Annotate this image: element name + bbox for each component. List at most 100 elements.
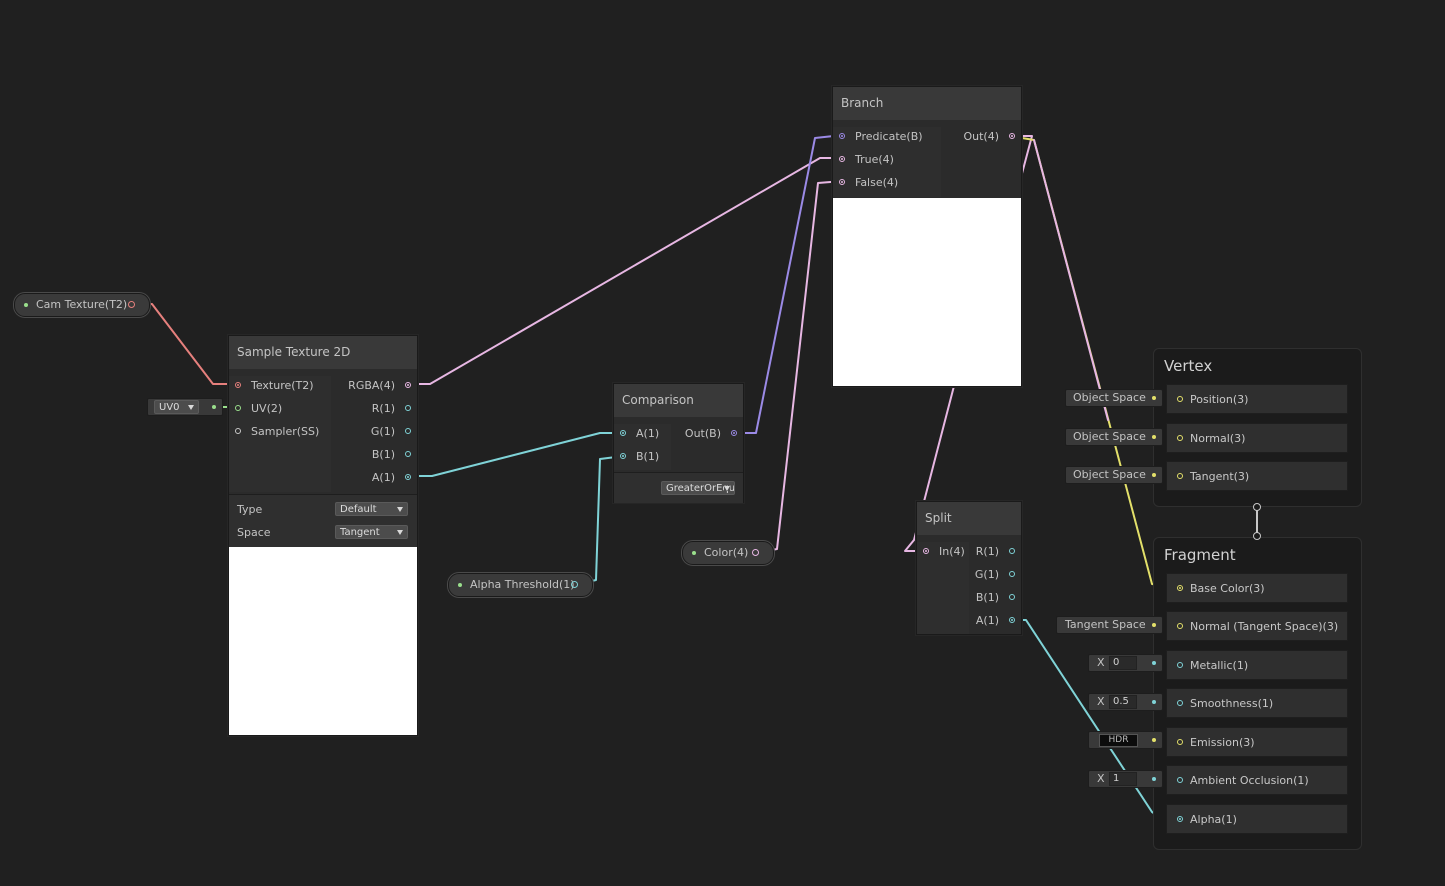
smoothness-value-control[interactable]: X 0.5 — [1088, 693, 1163, 711]
output-r[interactable]: R(1) — [976, 542, 1021, 562]
out-output-port[interactable] — [1009, 133, 1015, 139]
input-a[interactable]: A(1) — [614, 424, 659, 444]
fragment-block-alpha[interactable]: Alpha(1) — [1166, 804, 1348, 834]
node-title[interactable]: Branch — [833, 87, 1021, 120]
uv-channel-dropdown[interactable]: UV0 — [154, 400, 199, 414]
sample-texture-2d-node[interactable]: Sample Texture 2D Texture(T2) UV(2) Samp… — [228, 335, 418, 736]
comparison-node[interactable]: Comparison A(1) B(1) Out(B) GreaterOrEqu… — [613, 383, 744, 503]
base-color-input-port[interactable] — [1177, 585, 1183, 591]
normal-input-port[interactable] — [1177, 435, 1183, 441]
fragment-block-ambient-occlusion[interactable]: Ambient Occlusion(1) — [1166, 765, 1348, 795]
r-output-port[interactable] — [405, 405, 411, 411]
input-texture[interactable]: Texture(T2) — [229, 376, 314, 396]
alpha-threshold-property[interactable]: Alpha Threshold(1) — [448, 573, 593, 597]
input-false[interactable]: False(4) — [833, 173, 898, 193]
input-true[interactable]: True(4) — [833, 150, 894, 170]
input-b[interactable]: B(1) — [614, 447, 659, 467]
g-output-port[interactable] — [1009, 571, 1015, 577]
block-label: Metallic(1) — [1190, 659, 1249, 672]
port-label: RGBA(4) — [348, 379, 395, 392]
node-title[interactable]: Sample Texture 2D — [229, 336, 417, 369]
output-b[interactable]: B(1) — [976, 588, 1021, 608]
color-property[interactable]: Color(4) — [682, 541, 774, 565]
smoothness-value-input[interactable]: 0.5 — [1109, 695, 1137, 709]
fragment-block-emission[interactable]: Emission(3) — [1166, 727, 1348, 757]
b-input-port[interactable] — [620, 453, 626, 459]
control-port — [1152, 435, 1156, 439]
output-a[interactable]: A(1) — [976, 611, 1021, 631]
in-input-port[interactable] — [923, 548, 929, 554]
position-input-port[interactable] — [1177, 396, 1183, 402]
ao-value-input[interactable]: 1 — [1109, 772, 1137, 786]
comparison-mode-dropdown[interactable]: GreaterOrEqual — [661, 481, 735, 495]
vertex-block-tangent[interactable]: Tangent(3) — [1166, 461, 1348, 491]
true-input-port[interactable] — [839, 156, 845, 162]
tangent-space-control[interactable]: Object Space — [1065, 466, 1163, 484]
split-node[interactable]: Split In(4) R(1) G(1) B(1) A(1) — [916, 501, 1022, 635]
input-predicate[interactable]: Predicate(B) — [833, 127, 923, 147]
block-label: Alpha(1) — [1190, 813, 1237, 826]
output-r[interactable]: R(1) — [372, 399, 417, 419]
input-sampler[interactable]: Sampler(SS) — [229, 422, 319, 442]
space-value: Tangent — [340, 527, 380, 538]
fragment-block-smoothness[interactable]: Smoothness(1) — [1166, 688, 1348, 718]
ao-input-port[interactable] — [1177, 777, 1183, 783]
a-output-port[interactable] — [405, 474, 411, 480]
emission-color-control[interactable]: HDR — [1088, 731, 1163, 749]
alpha-input-port[interactable] — [1177, 816, 1183, 822]
normal-ts-input-port[interactable] — [1177, 623, 1183, 629]
metallic-value-control[interactable]: X 0 — [1088, 654, 1163, 672]
metallic-input-port[interactable] — [1177, 662, 1183, 668]
vertex-block-position[interactable]: Position(3) — [1166, 384, 1348, 414]
position-space-control[interactable]: Object Space — [1065, 389, 1163, 407]
smoothness-input-port[interactable] — [1177, 700, 1183, 706]
vertex-context[interactable]: Vertex Position(3) Normal(3) Tangent(3) — [1153, 348, 1362, 507]
input-uv[interactable]: UV(2) — [229, 399, 282, 419]
tangent-input-port[interactable] — [1177, 473, 1183, 479]
port-label: B(1) — [371, 448, 395, 461]
vertex-block-normal[interactable]: Normal(3) — [1166, 423, 1348, 453]
node-title[interactable]: Split — [917, 502, 1021, 535]
output-rgba[interactable]: RGBA(4) — [348, 376, 417, 396]
ao-value-control[interactable]: X 1 — [1088, 770, 1163, 788]
fragment-block-metallic[interactable]: Metallic(1) — [1166, 650, 1348, 680]
type-dropdown[interactable]: Default — [335, 502, 408, 516]
emission-hdr-swatch[interactable]: HDR — [1099, 734, 1138, 747]
input-in[interactable]: In(4) — [917, 542, 965, 562]
g-output-port[interactable] — [405, 428, 411, 434]
output-g[interactable]: G(1) — [975, 565, 1021, 585]
cam-texture-output-port[interactable] — [128, 301, 135, 308]
color-output-port[interactable] — [752, 549, 759, 556]
normal-ts-space-control[interactable]: Tangent Space — [1056, 616, 1163, 634]
output-b[interactable]: B(1) — [372, 445, 417, 465]
fragment-block-base-color[interactable]: Base Color(3) — [1166, 573, 1348, 603]
node-title[interactable]: Comparison — [614, 384, 743, 417]
r-output-port[interactable] — [1009, 548, 1015, 554]
uv-input-port[interactable] — [235, 405, 241, 411]
predicate-input-port[interactable] — [839, 133, 845, 139]
emission-input-port[interactable] — [1177, 739, 1183, 745]
out-output-port[interactable] — [731, 430, 737, 436]
texture-input-port[interactable] — [235, 382, 241, 388]
space-dropdown[interactable]: Tangent — [335, 525, 408, 539]
fragment-block-normal[interactable]: Normal (Tangent Space)(3) — [1166, 611, 1348, 641]
normal-space-control[interactable]: Object Space — [1065, 428, 1163, 446]
a-output-port[interactable] — [1009, 617, 1015, 623]
a-input-port[interactable] — [620, 430, 626, 436]
output-out[interactable]: Out(B) — [685, 424, 743, 444]
branch-node[interactable]: Branch Predicate(B) True(4) False(4) Out… — [832, 86, 1022, 387]
alpha-threshold-output-port[interactable] — [571, 581, 578, 588]
chevron-down-icon — [397, 530, 403, 535]
metallic-value-input[interactable]: 0 — [1109, 656, 1137, 670]
fragment-context[interactable]: Fragment Base Color(3) Normal (Tangent S… — [1153, 537, 1362, 850]
b-output-port[interactable] — [405, 451, 411, 457]
uv-channel-control[interactable]: UV0 — [147, 398, 223, 416]
false-input-port[interactable] — [839, 179, 845, 185]
rgba-output-port[interactable] — [405, 382, 411, 388]
output-a[interactable]: A(1) — [372, 468, 417, 488]
sampler-input-port[interactable] — [235, 428, 241, 434]
output-g[interactable]: G(1) — [371, 422, 417, 442]
b-output-port[interactable] — [1009, 594, 1015, 600]
cam-texture-property[interactable]: Cam Texture(T2) — [14, 293, 150, 317]
output-out[interactable]: Out(4) — [963, 127, 1021, 147]
